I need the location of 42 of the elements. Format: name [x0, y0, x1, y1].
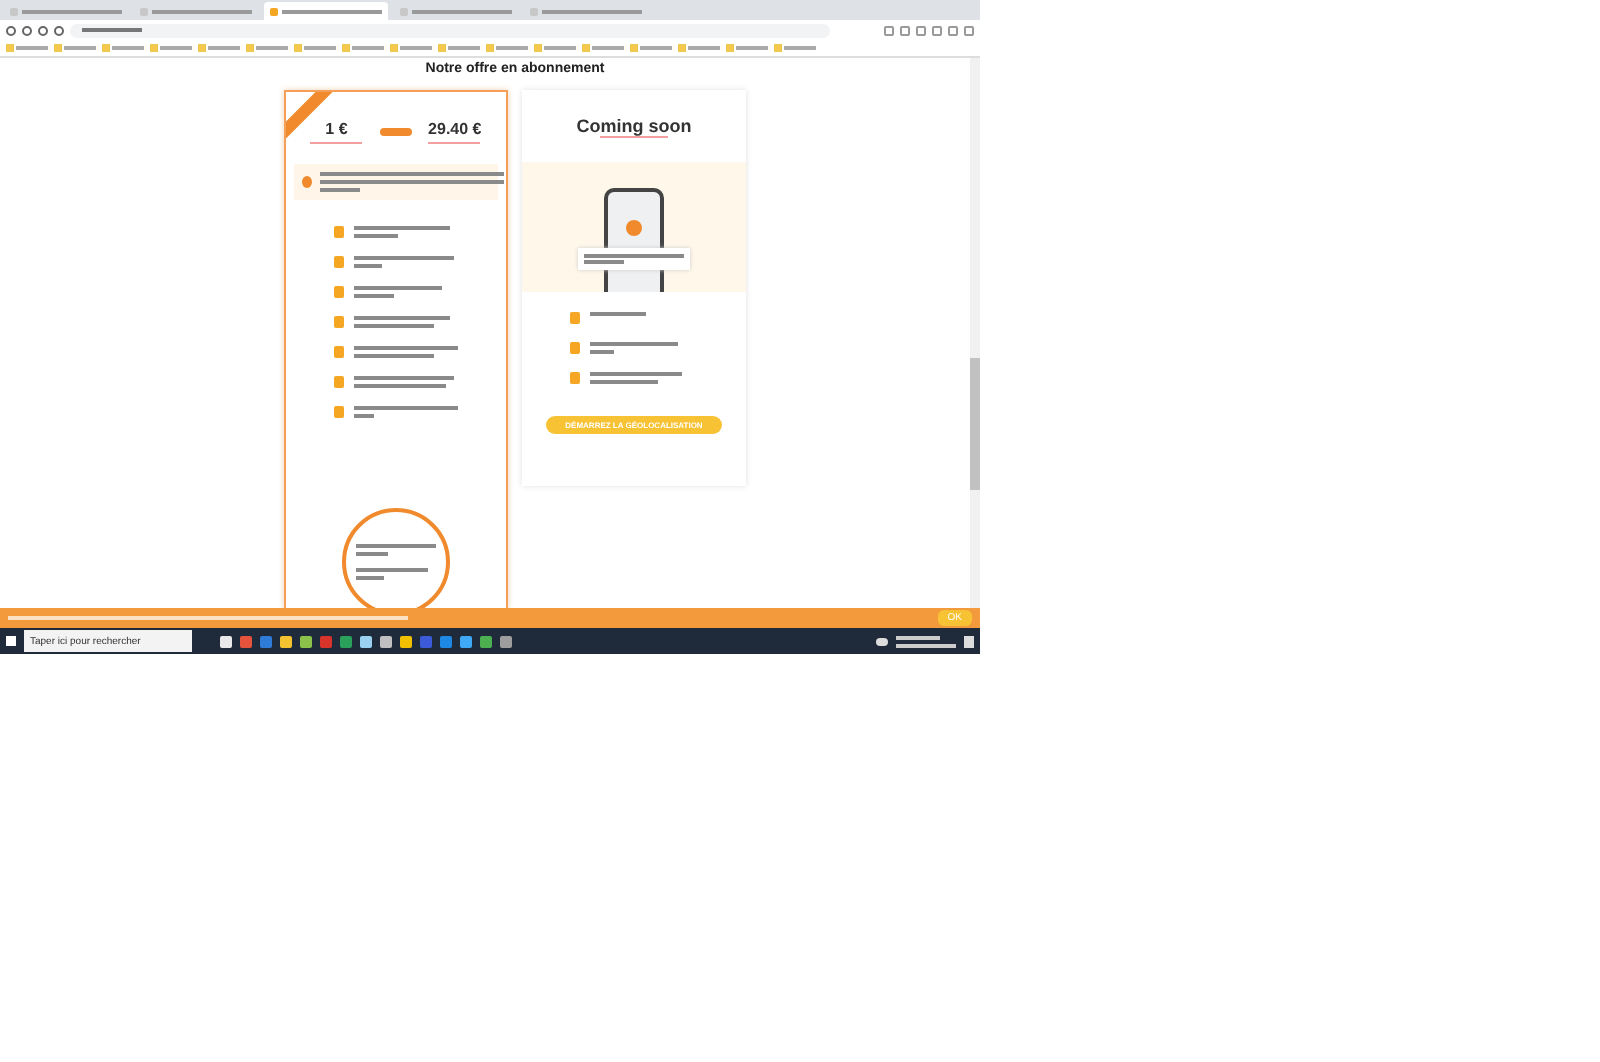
phone-map-drawing	[578, 188, 690, 292]
feature-icon	[334, 376, 344, 388]
bookmark-item[interactable]	[486, 44, 528, 52]
bookmark-item[interactable]	[582, 44, 624, 52]
bookmark-item[interactable]	[390, 44, 432, 52]
feature-icon	[334, 286, 344, 298]
bookmark-item[interactable]	[102, 44, 144, 52]
bookmark-item[interactable]	[246, 44, 288, 52]
feature-icon	[334, 226, 344, 238]
feature-icon	[570, 312, 580, 324]
bookmark-item[interactable]	[534, 44, 576, 52]
weather-icon[interactable]	[876, 637, 888, 645]
bookmark-item[interactable]	[438, 44, 480, 52]
feature-icon	[334, 256, 344, 268]
bookmark-item[interactable]	[150, 44, 192, 52]
info-icon	[302, 176, 312, 188]
feature-icon	[334, 346, 344, 358]
bookmark-item[interactable]	[198, 44, 240, 52]
bookmark-item[interactable]	[54, 44, 96, 52]
bookmark-item[interactable]	[774, 44, 816, 52]
card-title: Coming soon	[576, 116, 692, 136]
bookmark-item[interactable]	[630, 44, 672, 52]
bookmark-item[interactable]	[342, 44, 384, 52]
browser-tab[interactable]	[134, 2, 258, 20]
feature-icon	[334, 406, 344, 418]
arrow-badge	[379, 128, 412, 136]
feature-icon	[334, 316, 344, 328]
bookmark-item[interactable]	[6, 44, 48, 52]
scrollbar[interactable]	[970, 58, 980, 608]
price-text: 1 €	[325, 120, 348, 138]
browser-tab[interactable]	[524, 2, 648, 20]
browser-tab[interactable]	[394, 2, 518, 20]
notification-icon[interactable]	[964, 635, 974, 647]
feature-icon	[570, 342, 580, 354]
bookmark-item[interactable]	[726, 44, 768, 52]
feature-icon	[570, 372, 580, 384]
bookmark-item[interactable]	[294, 44, 336, 52]
browser-tab[interactable]	[264, 2, 388, 20]
bookmark-item[interactable]	[678, 44, 720, 52]
favicon-icon	[270, 7, 278, 15]
price-text: 29.40 €	[428, 120, 482, 138]
address-bar[interactable]	[70, 23, 830, 37]
